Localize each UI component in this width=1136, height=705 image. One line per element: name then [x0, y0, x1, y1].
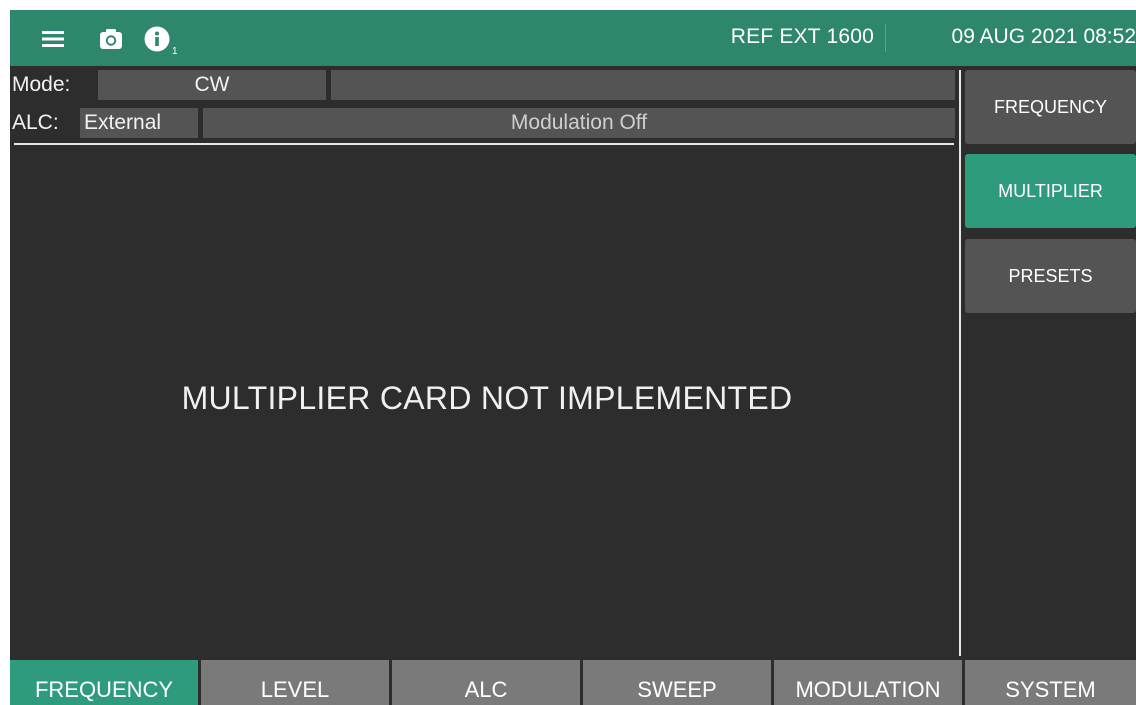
menu-icon[interactable] — [38, 24, 68, 54]
app-window: 1 REF EXT 1600 09 AUG 2021 08:52 Mode: C… — [10, 10, 1136, 705]
reference-status: REF EXT 1600 — [730, 25, 874, 48]
alc-value: External — [80, 108, 198, 138]
bottom-tab-bar: FREQUENCY LEVEL ALC SWEEP MODULATION SYS… — [10, 660, 1136, 705]
date-time: 09 AUG 2021 08:52 — [951, 25, 1136, 48]
info-icon[interactable] — [142, 24, 172, 54]
tab-alc[interactable]: ALC — [392, 660, 580, 705]
tab-frequency[interactable]: FREQUENCY — [10, 660, 198, 705]
status-separator — [14, 143, 954, 145]
side-button-frequency[interactable]: FREQUENCY — [965, 70, 1136, 144]
tab-sweep[interactable]: SWEEP — [583, 660, 771, 705]
info-count-badge: 1 — [172, 46, 178, 57]
top-bar: 1 REF EXT 1600 09 AUG 2021 08:52 — [10, 10, 1136, 66]
side-button-multiplier[interactable]: MULTIPLIER — [965, 154, 1136, 228]
camera-icon[interactable] — [96, 24, 126, 54]
tab-modulation[interactable]: MODULATION — [774, 660, 962, 705]
side-button-presets[interactable]: PRESETS — [965, 239, 1136, 313]
tab-level[interactable]: LEVEL — [201, 660, 389, 705]
modulation-status: Modulation Off — [203, 108, 955, 138]
mode-label: Mode: — [10, 70, 98, 100]
tab-system[interactable]: SYSTEM — [965, 660, 1136, 705]
side-panel-divider — [959, 70, 961, 656]
top-divider — [885, 24, 886, 52]
mode-value: CW — [98, 70, 326, 100]
main-message: MULTIPLIER CARD NOT IMPLEMENTED — [181, 380, 793, 416]
mode-info-field — [331, 70, 955, 100]
alc-label: ALC: — [10, 108, 80, 138]
